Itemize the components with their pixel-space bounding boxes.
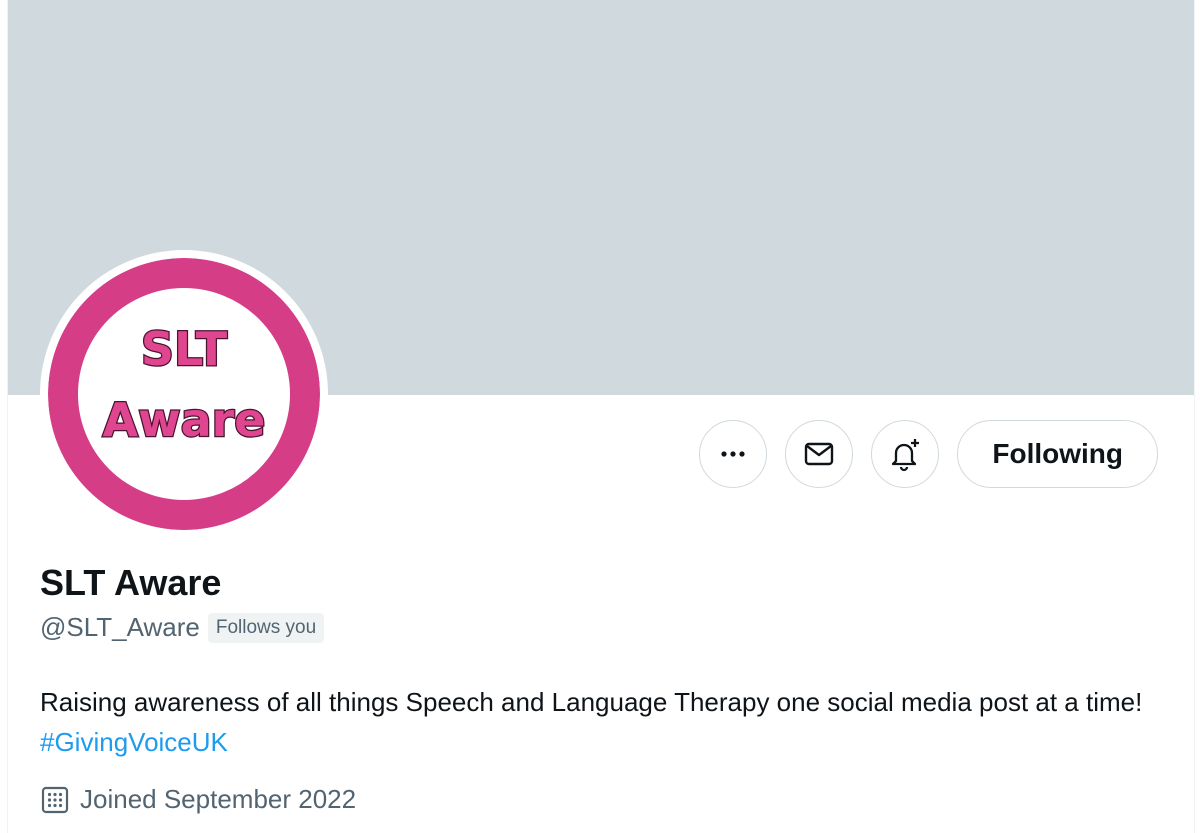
more-icon — [721, 451, 745, 457]
username-handle: @SLT_Aware — [40, 612, 200, 642]
bio-text: Raising awareness of all things Speech a… — [40, 687, 1143, 717]
message-button[interactable] — [785, 420, 854, 488]
profile-bio: Raising awareness of all things Speech a… — [40, 682, 1170, 762]
avatar-image: SLT Aware — [48, 258, 320, 530]
joined-text: Joined September 2022 — [80, 784, 357, 814]
display-name: SLT Aware — [40, 562, 222, 603]
following-label: Following — [992, 438, 1123, 469]
handle-row: @SLT_Aware Follows you — [40, 612, 325, 643]
avatar[interactable]: SLT Aware — [40, 250, 328, 538]
joined-date: Joined September 2022 — [40, 784, 356, 815]
slt-aware-logo: SLT Aware — [48, 258, 320, 530]
hashtag-link[interactable]: #GivingVoiceUK — [40, 727, 228, 757]
profile-actions: Following — [699, 420, 1158, 488]
notifications-button[interactable] — [871, 420, 940, 488]
follows-you-badge: Follows you — [207, 612, 325, 643]
calendar-icon — [41, 786, 69, 813]
profile-page: SLT Aware Following SLT Aware @SLT_Aware… — [7, 0, 1195, 833]
logo-text-line2: Aware — [102, 393, 265, 447]
following-button[interactable]: Following — [957, 420, 1158, 488]
more-button[interactable] — [699, 420, 768, 488]
bell-plus-icon — [892, 439, 920, 472]
envelope-icon — [805, 442, 834, 466]
logo-text-line1: SLT — [141, 322, 228, 376]
